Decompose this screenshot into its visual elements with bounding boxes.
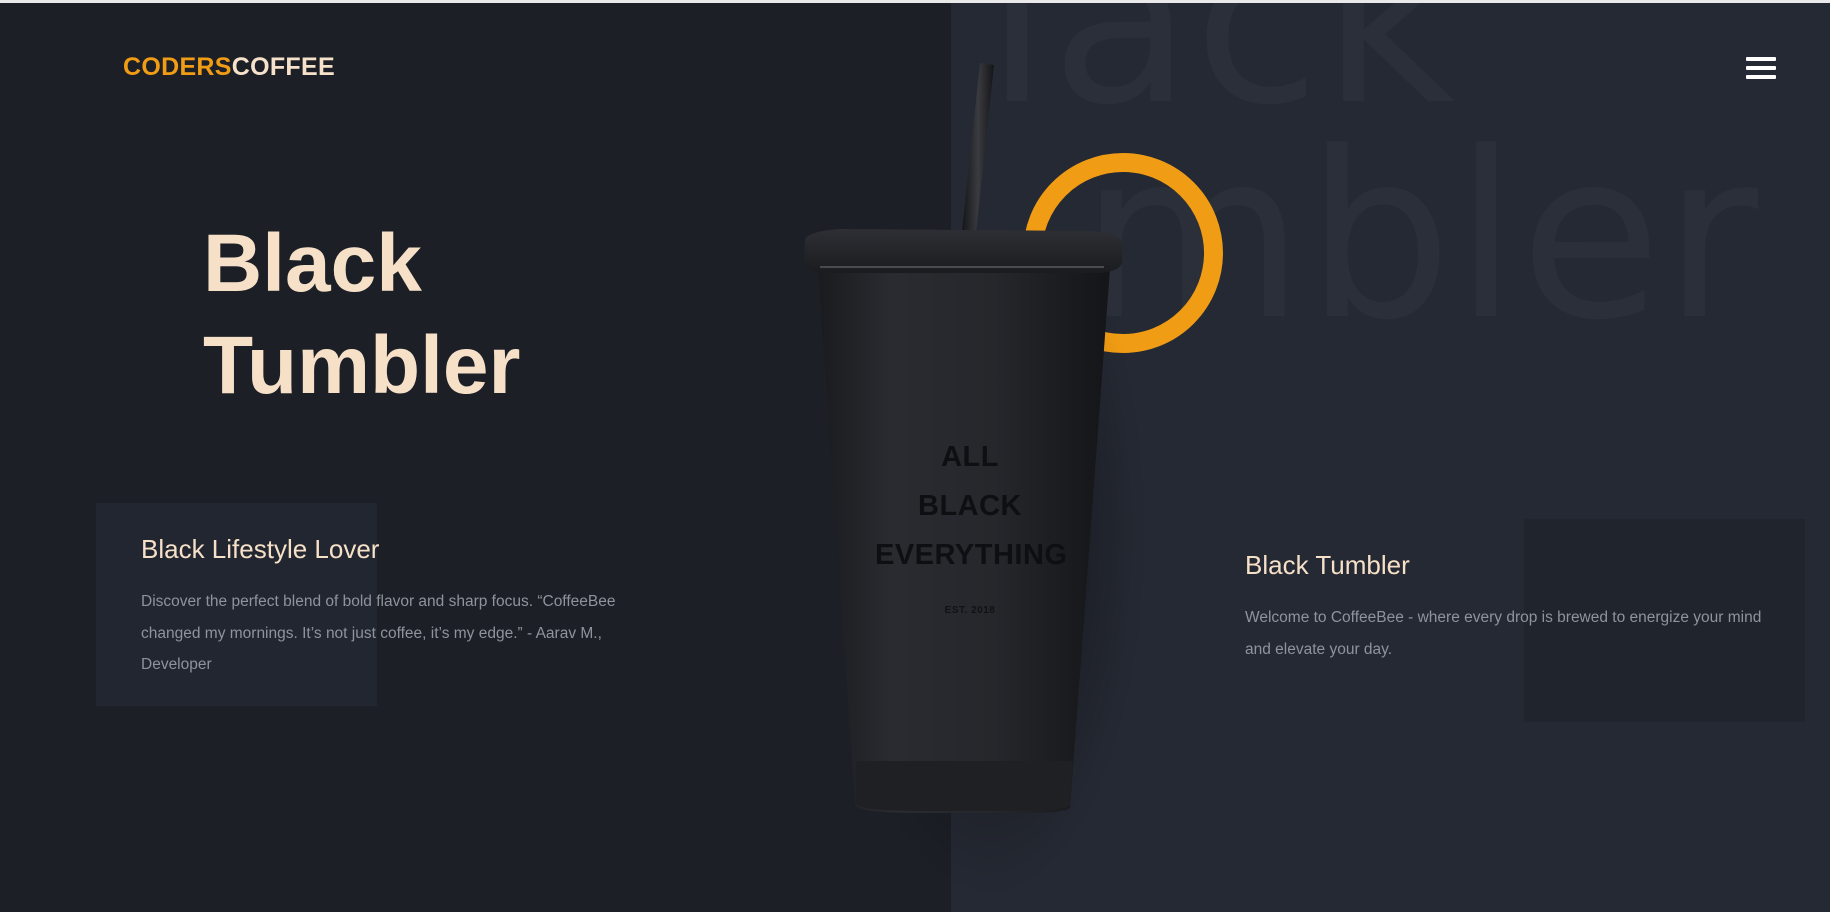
brand-logo[interactable]: CODERSCOFFEE <box>123 53 335 82</box>
tumbler-print-line1: ALL <box>941 441 999 473</box>
menu-bar-bottom <box>1746 75 1776 79</box>
brand-logo-part1: CODERS <box>123 53 232 81</box>
tumbler-straw <box>962 63 994 233</box>
hero-title: Black Tumbler <box>203 213 520 417</box>
testimonial-block: Black Lifestyle Lover Discover the perfe… <box>141 532 641 681</box>
tumbler-base <box>856 761 1073 811</box>
product-info-title: Black Tumbler <box>1245 550 1410 580</box>
menu-bar-top <box>1746 57 1776 61</box>
tumbler-print-line3: EVERYTHING <box>875 539 1068 571</box>
brand-logo-part2: COFFEE <box>231 53 335 81</box>
hamburger-menu-icon[interactable] <box>1746 57 1776 81</box>
product-info-block: Black Tumbler Welcome to CoffeeBee - whe… <box>1245 548 1765 665</box>
menu-bar-middle <box>1746 66 1776 70</box>
landing-page: lack mbler CODERSCOFFEE Black Tumbler AL… <box>0 0 1830 912</box>
tumbler-print-text: ALL BLACK EVERYTHING <box>875 433 1068 580</box>
tumbler-print-line2: BLACK <box>918 490 1022 522</box>
testimonial-text: Discover the perfect blend of bold flavo… <box>141 593 616 673</box>
tumbler-print-est: EST. 2018 <box>944 605 996 616</box>
product-image-tumbler: ALL BLACK EVERYTHING EST. 2018 <box>780 53 1140 893</box>
product-info-text: Welcome to CoffeeBee - where every drop … <box>1245 609 1762 658</box>
hero-title-line1: Black <box>203 218 422 309</box>
testimonial-title: Black Lifestyle Lover <box>141 534 380 564</box>
hero-title-line2: Tumbler <box>203 320 521 411</box>
